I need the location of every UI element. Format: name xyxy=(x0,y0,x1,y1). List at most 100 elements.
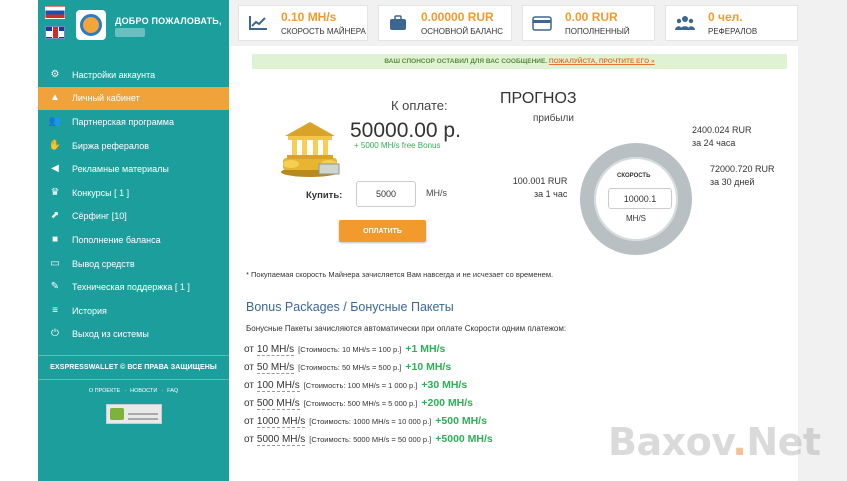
speed-value-box: 10000.1 xyxy=(608,188,672,209)
stat-deposited: 0.00 RUR ПОПОЛНЕННЫЙ xyxy=(522,5,655,41)
bonus-package-row: от 5000 MH/s [Стоимость: 5000 MH/s = 50 00… xyxy=(244,433,644,451)
watermark-right: Net xyxy=(746,420,821,464)
watermark-dot: . xyxy=(732,420,747,464)
sidebar-item[interactable]: ✋ Биржа рефералов xyxy=(38,134,229,158)
page-root: ДОБРО ПОЖАЛОВАТЬ, ⚙ Настройки аккаунта ▲ Ли… xyxy=(0,0,847,481)
bonus-package-row: от 1000 MH/s [Стоимость: 1000 MH/s = 10 00… xyxy=(244,415,644,433)
sidebar-menu: ⚙ Настройки аккаунта ▲ Личный кабинет 👥 Партн… xyxy=(38,63,229,346)
stat-label: ОСНОВНОЙ БАЛАНС xyxy=(421,27,504,36)
footer-link[interactable]: FAQ xyxy=(167,388,178,394)
avatar[interactable] xyxy=(76,10,106,40)
wrench-icon: ✎ xyxy=(50,281,60,293)
forecast-day: 2400.024 RUR за 24 часа xyxy=(692,124,752,150)
site-counter-badge[interactable] xyxy=(106,404,162,424)
forecast-month-label: за 30 дней xyxy=(710,177,755,187)
forecast-subtitle: прибыли xyxy=(533,113,574,124)
language-switcher xyxy=(45,6,65,46)
bonus-package-cost: [Стоимость: 500 MH/s = 5 000 р.] xyxy=(303,399,418,408)
list-icon: ≡ xyxy=(52,304,58,316)
english-flag-icon[interactable] xyxy=(45,26,65,39)
pay-button[interactable]: ОПЛАТИТЬ xyxy=(339,220,426,242)
stat-main-balance: 0.00000 RUR ОСНОВНОЙ БАЛАНС xyxy=(378,5,512,41)
buy-label: Купить: xyxy=(306,190,343,201)
bonus-package-speed: 5000 MH/s xyxy=(256,434,306,446)
sidebar-item[interactable]: ≡ История xyxy=(38,299,229,323)
forecast-day-value: 2400.024 RUR xyxy=(692,125,752,135)
bonus-package-prefix: от xyxy=(244,434,254,445)
read-message-link[interactable]: ПОЖАЛУЙСТА, ПРОЧТИТЕ ЕГО » xyxy=(549,58,655,65)
handshake-icon: ✋ xyxy=(48,139,62,151)
sidebar-item[interactable]: ◀ Рекламные материалы xyxy=(38,157,229,181)
bonus-package-speed: 100 MH/s xyxy=(256,380,300,392)
right-gutter xyxy=(798,46,847,481)
sidebar-item[interactable]: ■ Пополнение баланса xyxy=(38,228,229,252)
bonus-package-cost: [Стоимость: 5000 MH/s = 50 000 р.] xyxy=(309,435,432,444)
sidebar-item[interactable]: 👥 Партнерская программа xyxy=(38,110,229,134)
sponsor-message-banner: ВАШ СПОНСОР ОСТАВИЛ ДЛЯ ВАС СООБЩЕНИЕ. П… xyxy=(252,54,787,69)
sidebar-item[interactable]: ▭ Вывод средств xyxy=(38,252,229,276)
bonus-packages-title: Bonus Packages / Бонусные Пакеты xyxy=(246,300,454,314)
users-icon xyxy=(670,15,700,31)
username-blurred xyxy=(115,28,145,37)
bonus-package-bonus: +10 MH/s xyxy=(405,361,452,373)
bonus-package-row: от 100 MH/s [Стоимость: 100 MH/s = 1 000 р… xyxy=(244,379,644,397)
credit-card-icon: ▭ xyxy=(50,257,60,269)
sidebar-item[interactable]: ⬈ Сёрфинг [10] xyxy=(38,205,229,229)
sidebar-item-label: Личный кабинет xyxy=(72,93,140,104)
external-link-icon: ⬈ xyxy=(50,210,60,222)
footer-link[interactable]: НОВОСТИ xyxy=(130,388,157,394)
bonus-package-row: от 50 MH/s [Стоимость: 50 MH/s = 500 р.] +1… xyxy=(244,361,644,379)
bonus-package-prefix: от xyxy=(244,398,254,409)
free-bonus-text: + 5000 MH/s free Bonus xyxy=(354,141,441,150)
bonus-packages-description: Бонусные Пакеты зачисляются автоматическ… xyxy=(246,324,567,333)
stats-bar: 0.10 MH/s СКОРОСТЬ МАЙНЕРА 0.00000 RUR О… xyxy=(229,0,847,46)
sidebar-item-label: Партнерская программа xyxy=(72,116,174,127)
stat-label: СКОРОСТЬ МАЙНЕРА xyxy=(281,27,366,36)
bonus-package-prefix: от xyxy=(244,362,254,373)
bonus-package-speed: 500 MH/s xyxy=(256,398,300,410)
russian-flag-icon[interactable] xyxy=(45,6,65,19)
stat-value: 0.00 RUR xyxy=(565,10,618,24)
footer-separator: · xyxy=(161,388,164,394)
users-icon: 👥 xyxy=(48,115,62,127)
trophy-icon: ♛ xyxy=(50,186,60,198)
stat-value: 0 чел. xyxy=(708,10,743,24)
sidebar-item[interactable]: ✎ Техническая поддержка [ 1 ] xyxy=(38,275,229,299)
sidebar: ДОБРО ПОЖАЛОВАТЬ, ⚙ Настройки аккаунта ▲ Ли… xyxy=(38,0,229,481)
bonus-package-bonus: +30 MH/s xyxy=(421,379,468,391)
power-icon: ⏻ xyxy=(51,328,59,340)
bullhorn-icon: ◀ xyxy=(51,163,59,175)
bonus-package-bonus: +5000 MH/s xyxy=(435,433,493,445)
sidebar-item-label: Вывод средств xyxy=(72,258,135,269)
welcome-text: ДОБРО ПОЖАЛОВАТЬ, xyxy=(115,16,222,26)
stat-value: 0.10 MH/s xyxy=(281,10,337,24)
bonus-package-row: от 10 MH/s [Стоимость: 10 MH/s = 100 р.] +1… xyxy=(244,343,644,361)
sidebar-item[interactable]: ⏻ Выход из системы xyxy=(38,323,229,347)
footer-separator: · xyxy=(124,388,127,394)
bonus-package-cost: [Стоимость: 100 MH/s = 1 000 р.] xyxy=(303,381,418,390)
sidebar-item[interactable]: ⚙ Настройки аккаунта xyxy=(38,63,229,87)
avatar-logo-icon xyxy=(80,14,102,36)
speed-unit: MH/S xyxy=(626,214,646,223)
sidebar-item-label: Пополнение баланса xyxy=(72,234,161,245)
sidebar-item[interactable]: ♛ Конкурсы [ 1 ] xyxy=(38,181,229,205)
watermark-left: Baxov xyxy=(608,420,733,464)
speed-label: СКОРОСТЬ xyxy=(617,173,651,179)
copyright: EXSPRESSWALLET © ВСЕ ПРАВА ЗАЩИЩЕНЫ xyxy=(38,355,229,380)
bank-coins-icon xyxy=(279,120,341,178)
sidebar-item[interactable]: ▲ Личный кабинет xyxy=(38,86,229,111)
footer-link[interactable]: О ПРОЕКТЕ xyxy=(89,388,121,394)
bonus-packages-list: от 10 MH/s [Стоимость: 10 MH/s = 100 р.] +1… xyxy=(244,343,644,451)
sidebar-item-label: Конкурсы [ 1 ] xyxy=(72,187,130,198)
buy-speed-input[interactable] xyxy=(356,181,416,207)
bonus-package-speed: 10 MH/s xyxy=(256,344,295,356)
watermark: Baxov.Net xyxy=(608,420,821,464)
chart-icon xyxy=(243,15,273,31)
sidebar-item-label: Рекламные материалы xyxy=(72,164,169,175)
footer-links: О ПРОЕКТЕ · НОВОСТИ · FAQ xyxy=(38,388,229,394)
sidebar-item-label: Биржа рефералов xyxy=(72,140,150,151)
briefcase-icon: ■ xyxy=(51,233,59,245)
forecast-month: 72000.720 RUR за 30 дней xyxy=(710,163,775,189)
briefcase-icon xyxy=(383,15,413,31)
gears-icon: ⚙ xyxy=(50,68,60,80)
